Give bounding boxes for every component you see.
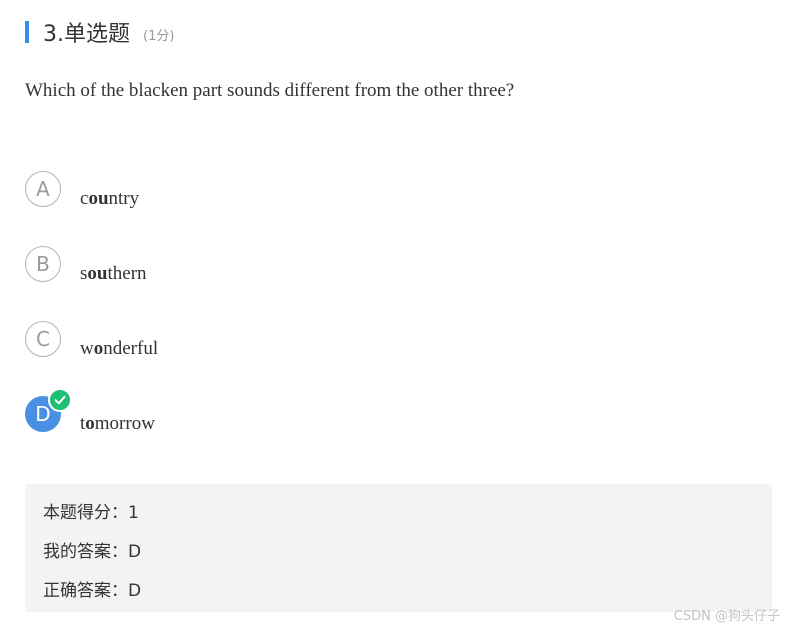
option-a[interactable]: A country xyxy=(25,171,325,217)
option-b-circle[interactable]: B xyxy=(25,246,61,282)
option-b-word: southern xyxy=(80,263,147,284)
option-c-circle[interactable]: C xyxy=(25,321,61,357)
score-line: 本题得分：1 xyxy=(43,503,139,523)
option-a-word: country xyxy=(80,188,140,209)
option-d-word: tomorrow xyxy=(80,413,155,434)
check-icon xyxy=(48,388,72,412)
question-accent-bar xyxy=(25,21,29,43)
question-header: 3.单选题 (1分) xyxy=(25,17,174,47)
option-a-circle[interactable]: A xyxy=(25,171,61,207)
option-c[interactable]: C wonderful xyxy=(25,321,325,367)
option-b[interactable]: B southern xyxy=(25,246,325,292)
correct-answer-line: 正确答案：D xyxy=(43,581,142,601)
question-text: Which of the blacken part sounds differe… xyxy=(25,80,515,101)
option-d[interactable]: D tomorrow xyxy=(25,388,325,442)
answer-result-panel: 本题得分：1 我的答案：D 正确答案：D xyxy=(25,484,772,612)
watermark: CSDN @狗头仔子 xyxy=(673,609,780,624)
question-title: 3.单选题 xyxy=(43,22,130,47)
question-score: (1分) xyxy=(143,29,175,44)
option-c-word: wonderful xyxy=(80,338,159,359)
my-answer-line: 我的答案：D xyxy=(43,542,142,562)
